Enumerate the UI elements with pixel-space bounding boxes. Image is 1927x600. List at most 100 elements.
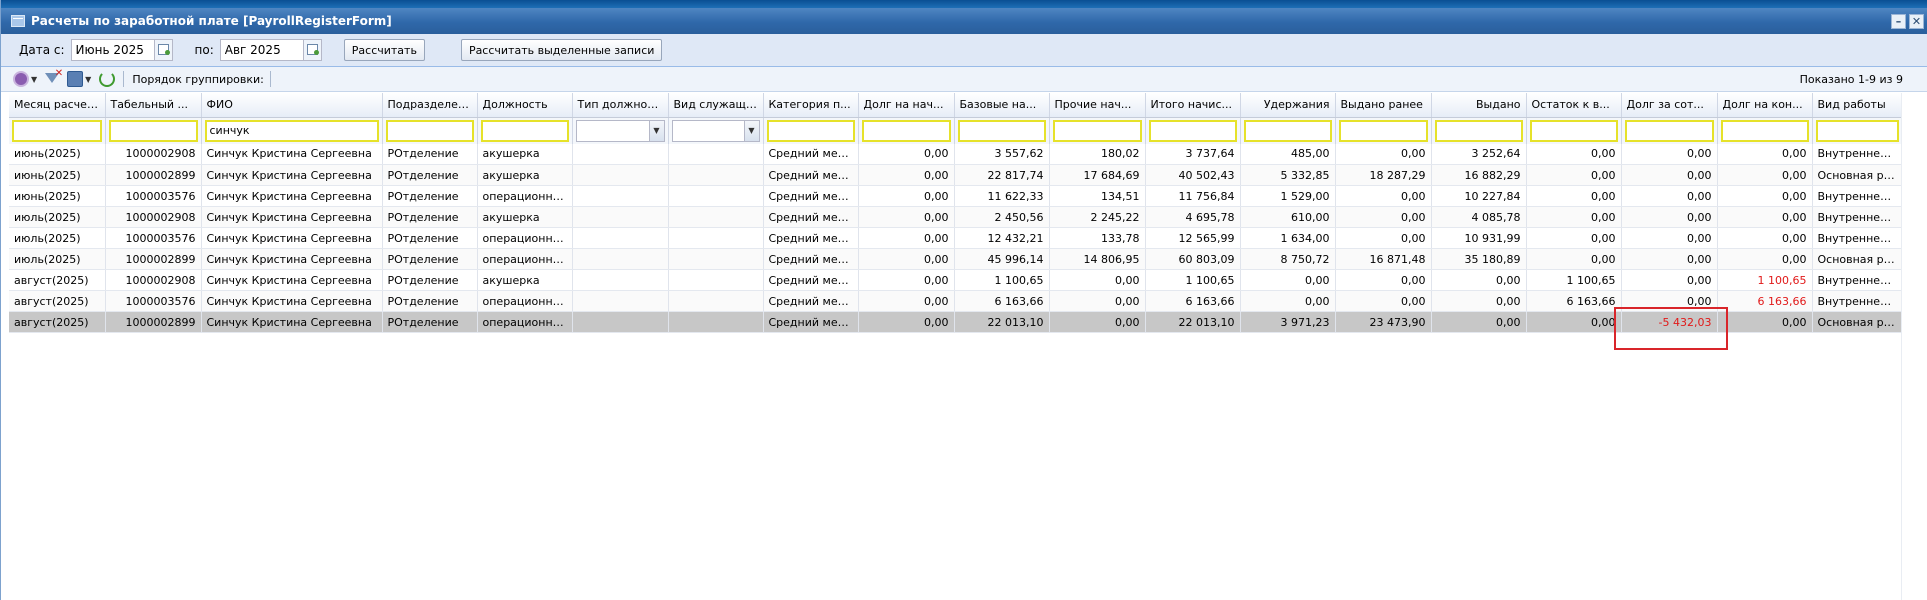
- table-cell: 11 622,33: [954, 185, 1050, 207]
- column-header[interactable]: Долг на нач...: [858, 93, 955, 118]
- table-cell: 4 695,78: [1145, 206, 1241, 228]
- filter-input[interactable]: [861, 119, 951, 142]
- table-cell: 6 163,66: [954, 290, 1050, 312]
- chevron-down-icon[interactable]: ▼: [85, 75, 91, 84]
- column-header[interactable]: Табельный ...: [105, 93, 202, 118]
- filter-input[interactable]: [1243, 119, 1332, 142]
- filter-input[interactable]: [766, 119, 855, 142]
- table-row[interactable]: август(2025) 1000002908 Синчук Кристина Се…: [9, 269, 1902, 291]
- table-cell: 0,00: [1335, 206, 1432, 228]
- table-cell: 23 473,90: [1335, 311, 1432, 333]
- filter-input[interactable]: [1815, 119, 1899, 142]
- column-header[interactable]: Удержания: [1240, 93, 1336, 118]
- filter-input[interactable]: [12, 119, 102, 142]
- column-header[interactable]: Месяц расчета: [9, 93, 106, 118]
- settings-icon[interactable]: [13, 71, 29, 87]
- calculate-selected-button[interactable]: Рассчитать выделенные записи: [460, 39, 663, 61]
- filter-input[interactable]: [1338, 119, 1428, 142]
- filter-input[interactable]: [957, 119, 1046, 142]
- column-header[interactable]: Остаток к в...: [1526, 93, 1622, 118]
- calendar-icon[interactable]: [153, 40, 172, 60]
- table-cell: 16 882,29: [1431, 164, 1527, 186]
- column-header[interactable]: Итого начис...: [1145, 93, 1241, 118]
- filter-combo[interactable]: ▼: [575, 119, 665, 142]
- filter-input[interactable]: [1624, 119, 1714, 142]
- table-row[interactable]: июнь(2025) 1000002899 Синчук Кристина Серг…: [9, 164, 1902, 186]
- column-header[interactable]: Тип должности: [572, 93, 669, 118]
- calculate-button[interactable]: Рассчитать: [343, 39, 425, 61]
- table-row[interactable]: июнь(2025) 1000003576 Синчук Кристина Серг…: [9, 185, 1902, 207]
- table-row[interactable]: июль(2025) 1000003576 Синчук Кристина Серг…: [9, 227, 1902, 249]
- filter-input[interactable]: [1529, 119, 1618, 142]
- column-header[interactable]: ФИО: [201, 93, 383, 118]
- table-cell: [668, 206, 764, 228]
- table-cell: 485,00: [1240, 143, 1336, 165]
- date-to-field[interactable]: [219, 39, 322, 61]
- table-cell: 0,00: [1717, 164, 1813, 186]
- column-header[interactable]: Вид работы: [1812, 93, 1902, 118]
- filter-input[interactable]: [108, 119, 198, 142]
- column-header[interactable]: Вид служащего: [668, 93, 764, 118]
- table-cell: [572, 143, 669, 165]
- chevron-down-icon[interactable]: ▼: [648, 120, 664, 141]
- filter-input[interactable]: [1720, 119, 1809, 142]
- date-from-field[interactable]: [70, 39, 173, 61]
- table-cell: июль(2025): [9, 248, 106, 270]
- toolbar-separator: [123, 71, 125, 87]
- column-header[interactable]: Долг за сот...: [1621, 93, 1718, 118]
- clear-filter-icon[interactable]: ✕: [45, 68, 63, 87]
- table-cell: 3 737,64: [1145, 143, 1241, 165]
- date-to-input[interactable]: [220, 40, 303, 60]
- column-header[interactable]: Прочие нач...: [1049, 93, 1146, 118]
- column-header[interactable]: Базовые на...: [954, 93, 1050, 118]
- chevron-down-icon[interactable]: ▼: [31, 75, 37, 84]
- column-header[interactable]: Подразделение: [382, 93, 478, 118]
- highlight-annotation-box: [1614, 307, 1728, 350]
- date-filter-bar: Дата с: по: Рассчитать Рассчитать выделе…: [1, 34, 1927, 67]
- grouping-order-label: Порядок группировки:: [132, 72, 264, 86]
- column-header[interactable]: Должность: [477, 93, 573, 118]
- filter-cell: [1621, 117, 1718, 144]
- filter-cell: [1717, 117, 1813, 144]
- column-header[interactable]: Долг на кон...: [1717, 93, 1813, 118]
- table-cell: 1000002899: [105, 248, 202, 270]
- table-cell: 0,00: [1621, 227, 1718, 249]
- table-cell: РОтделение: [382, 227, 478, 249]
- date-from-input[interactable]: [71, 40, 154, 60]
- filter-input[interactable]: [1434, 119, 1523, 142]
- table-row[interactable]: июль(2025) 1000002899 Синчук Кристина Серг…: [9, 248, 1902, 270]
- table-row[interactable]: июнь(2025) 1000002908 Синчук Кристина Серг…: [9, 143, 1902, 165]
- fio-filter-input[interactable]: синчук: [204, 119, 379, 142]
- filter-input[interactable]: [1148, 119, 1237, 142]
- table-row[interactable]: июль(2025) 1000002908 Синчук Кристина Серг…: [9, 206, 1902, 228]
- table-cell: 6 163,66: [1717, 290, 1813, 312]
- table-cell: 0,00: [858, 290, 955, 312]
- filter-input[interactable]: [385, 119, 474, 142]
- table-cell: 12 432,21: [954, 227, 1050, 249]
- table-cell: 2 245,22: [1049, 206, 1146, 228]
- table-cell: [572, 290, 669, 312]
- table-cell: [668, 143, 764, 165]
- filter-input[interactable]: [1052, 119, 1142, 142]
- refresh-icon[interactable]: [99, 71, 116, 87]
- chevron-down-icon[interactable]: ▼: [743, 120, 759, 141]
- filter-combo[interactable]: ▼: [671, 119, 760, 142]
- table-cell: Средний меди...: [763, 185, 859, 207]
- column-header[interactable]: Категория п...: [763, 93, 859, 118]
- close-icon[interactable]: ✕: [1909, 13, 1924, 29]
- table-cell: 45 996,14: [954, 248, 1050, 270]
- toolbar-separator: [269, 71, 271, 87]
- table-cell: 1 100,65: [1526, 269, 1622, 291]
- table-cell: операционная ...: [477, 290, 573, 312]
- calendar-icon[interactable]: [302, 40, 321, 60]
- filter-cell: [1240, 117, 1336, 144]
- column-header[interactable]: Выдано: [1431, 93, 1527, 118]
- print-icon[interactable]: [67, 71, 84, 87]
- table-cell: 0,00: [858, 227, 955, 249]
- window-titlebar[interactable]: Расчеты по заработной плате [PayrollRegi…: [1, 8, 1927, 34]
- table-cell: 0,00: [858, 143, 955, 165]
- column-header[interactable]: Выдано ранее: [1335, 93, 1432, 118]
- filter-input[interactable]: [480, 119, 569, 142]
- minimize-icon[interactable]: –: [1891, 13, 1906, 29]
- filter-cell: [9, 117, 106, 144]
